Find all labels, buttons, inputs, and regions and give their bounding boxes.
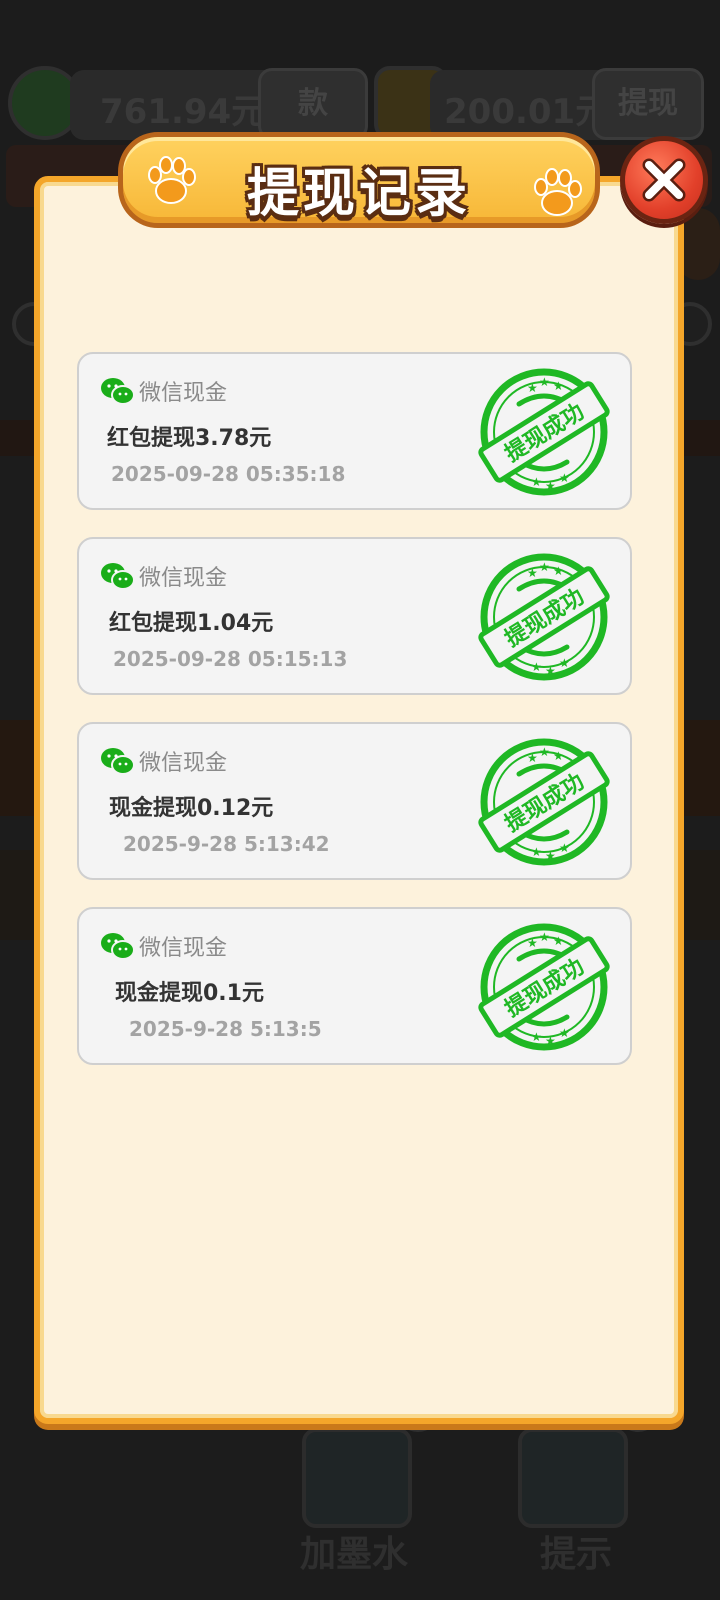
record-time: 2025-9-28 5:13:42 xyxy=(123,832,330,856)
paw-icon xyxy=(534,168,582,216)
cash-withdraw-button-bg: 提现 xyxy=(592,68,704,140)
hint-tool-bg xyxy=(518,1428,628,1528)
svg-text:★: ★ xyxy=(553,564,564,578)
svg-text:★: ★ xyxy=(527,936,538,950)
record-time: 2025-09-28 05:15:13 xyxy=(113,647,348,671)
svg-text:★: ★ xyxy=(545,1034,556,1048)
svg-text:★: ★ xyxy=(539,375,550,389)
wechat-icon xyxy=(101,563,135,590)
record-title: 现金提现0.1元 xyxy=(115,981,264,1006)
hint-tool-label: 提示 xyxy=(540,1534,613,1575)
balance-amount: 761.94元 xyxy=(100,92,266,132)
svg-text:★: ★ xyxy=(553,749,564,763)
close-button[interactable] xyxy=(620,136,708,224)
svg-text:★: ★ xyxy=(559,656,570,670)
svg-text:★: ★ xyxy=(531,475,542,489)
ink-tool-bg xyxy=(302,1428,412,1528)
record-source: 微信现金 xyxy=(99,931,227,961)
success-stamp: ★ ★ ★ ★ ★ ★ 提现成功 xyxy=(478,553,610,681)
svg-text:★: ★ xyxy=(559,471,570,485)
success-stamp: ★ ★ ★ ★ ★ ★ 提现成功 xyxy=(478,738,610,866)
withdraw-record: 微信现金 现金提现0.12元 2025-9-28 5:13:42 ★ ★ ★ ★… xyxy=(77,722,632,880)
svg-text:★: ★ xyxy=(531,845,542,859)
record-source: 微信现金 xyxy=(99,746,227,776)
svg-text:★: ★ xyxy=(527,751,538,765)
close-icon xyxy=(642,158,686,202)
record-source: 微信现金 xyxy=(99,376,227,406)
success-stamp: ★ ★ ★ ★ ★ ★ 提现成功 xyxy=(478,368,610,496)
svg-text:★: ★ xyxy=(531,660,542,674)
wechat-icon xyxy=(101,748,135,775)
withdraw-record: 微信现金 现金提现0.1元 2025-9-28 5:13:5 ★ ★ ★ ★ ★… xyxy=(77,907,632,1065)
svg-text:★: ★ xyxy=(553,379,564,393)
dialog-title-bar: 提现记录 xyxy=(118,132,600,228)
cash-amount: 200.01元 xyxy=(444,92,610,132)
wechat-icon xyxy=(101,378,135,405)
svg-text:★: ★ xyxy=(539,745,550,759)
svg-text:★: ★ xyxy=(545,664,556,678)
ink-tool-label: 加墨水 xyxy=(300,1534,409,1575)
svg-text:★: ★ xyxy=(527,381,538,395)
svg-text:★: ★ xyxy=(553,934,564,948)
svg-text:★: ★ xyxy=(559,841,570,855)
record-title: 红包提现3.78元 xyxy=(107,426,272,451)
withdraw-record: 微信现金 红包提现3.78元 2025-09-28 05:35:18 ★ ★ ★… xyxy=(77,352,632,510)
withdraw-record: 微信现金 红包提现1.04元 2025-09-28 05:15:13 ★ ★ ★… xyxy=(77,537,632,695)
dialog-title: 提现记录 xyxy=(246,164,471,224)
svg-text:★: ★ xyxy=(545,849,556,863)
svg-text:★: ★ xyxy=(545,479,556,493)
success-stamp: ★ ★ ★ ★ ★ ★ 提现成功 xyxy=(478,923,610,1051)
record-time: 2025-09-28 05:35:18 xyxy=(111,462,346,486)
svg-text:★: ★ xyxy=(531,1030,542,1044)
withdraw-button-bg: 款 xyxy=(258,68,368,140)
svg-text:★: ★ xyxy=(527,566,538,580)
record-time: 2025-9-28 5:13:5 xyxy=(129,1017,322,1041)
record-source: 微信现金 xyxy=(99,561,227,591)
wechat-icon xyxy=(101,933,135,960)
record-title: 红包提现1.04元 xyxy=(109,611,274,636)
svg-text:★: ★ xyxy=(539,930,550,944)
record-title: 现金提现0.12元 xyxy=(109,796,274,821)
svg-text:★: ★ xyxy=(539,560,550,574)
svg-text:★: ★ xyxy=(559,1026,570,1040)
